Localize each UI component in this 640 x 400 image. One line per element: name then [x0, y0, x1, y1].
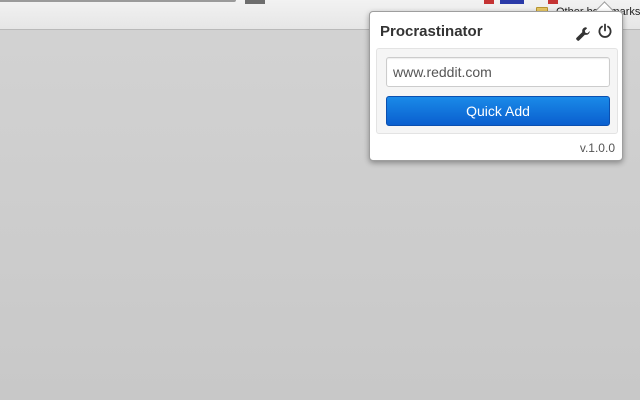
quick-add-button[interactable]: Quick Add [386, 96, 610, 126]
toolbar-icon[interactable] [245, 0, 265, 4]
url-input[interactable] [386, 57, 610, 87]
popup-title: Procrastinator [380, 23, 483, 40]
extension-popup: Procrastinator Quick Add v.1.0.0 [369, 11, 623, 161]
extension-icon[interactable] [548, 0, 558, 4]
power-icon[interactable] [597, 23, 613, 39]
version-label: v.1.0.0 [579, 141, 615, 155]
omnibox-edge[interactable] [0, 0, 236, 2]
wrench-icon[interactable] [575, 26, 591, 42]
extension-icon[interactable] [484, 0, 494, 4]
quick-add-panel: Quick Add [376, 48, 618, 134]
extension-icon[interactable] [500, 0, 524, 4]
